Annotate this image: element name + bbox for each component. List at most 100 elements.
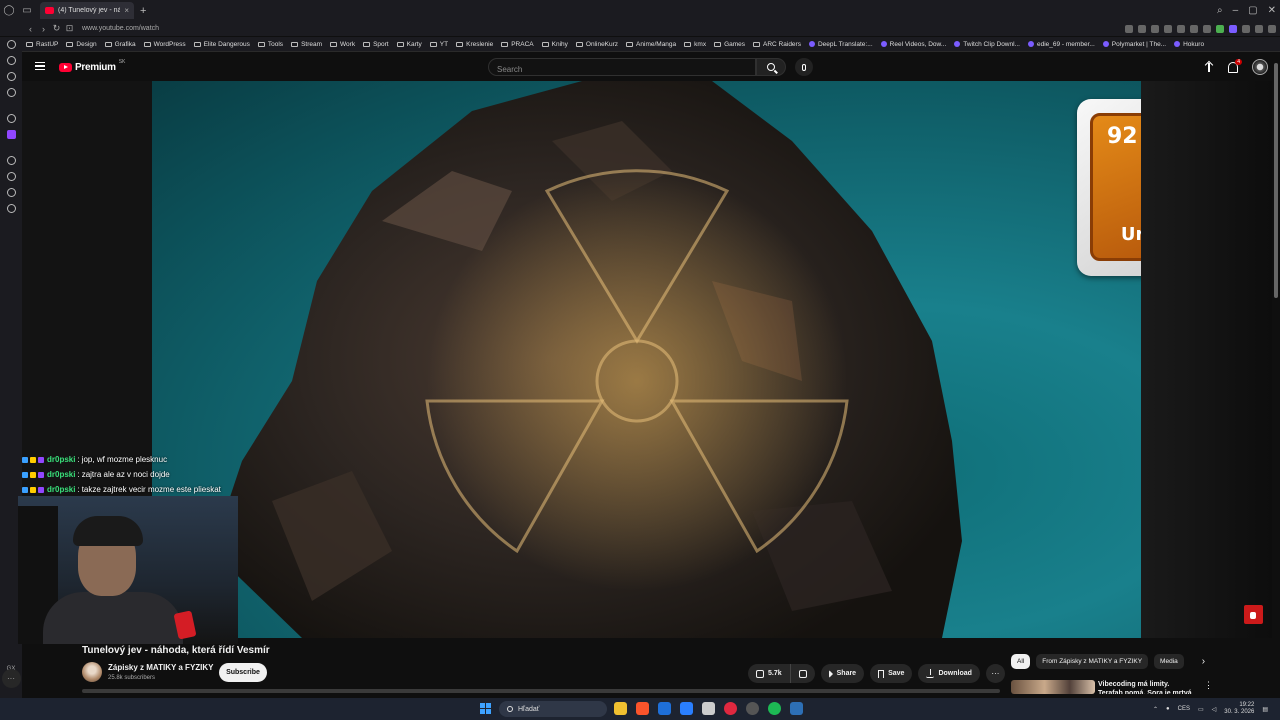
bookmark-item[interactable]: Tools bbox=[257, 41, 283, 48]
bookmark-item[interactable]: Elite Dangerous bbox=[193, 41, 250, 48]
extension-icon[interactable] bbox=[1138, 24, 1146, 33]
bookmark-item[interactable]: Kreslenie bbox=[456, 41, 493, 48]
spotify-icon[interactable] bbox=[768, 702, 781, 715]
notifications-icon[interactable]: ▤ bbox=[1262, 706, 1268, 713]
bookmark-item[interactable]: RastUP bbox=[26, 41, 58, 48]
filter-chip[interactable]: All bbox=[1011, 654, 1031, 669]
tray-clock[interactable]: 19:22 30. 3. 2026 bbox=[1224, 702, 1254, 716]
bookmark-item[interactable]: Reel Videos, Dow... bbox=[880, 41, 946, 48]
page-scrollbar[interactable] bbox=[1272, 53, 1280, 700]
bookmark-item[interactable]: Games bbox=[714, 41, 745, 48]
bookmark-item[interactable]: Stream bbox=[291, 41, 322, 48]
new-tab-button[interactable]: + bbox=[140, 5, 146, 17]
sidebar-extensions-icon[interactable] bbox=[6, 188, 16, 197]
github-icon[interactable] bbox=[746, 702, 759, 715]
browser-tab-youtube[interactable]: (4) Tunelový jev - náh... × bbox=[40, 2, 134, 19]
taskbar-search[interactable]: Hľadať bbox=[499, 701, 607, 717]
video-frame[interactable]: 92 U Uranium bbox=[152, 81, 1141, 638]
brave-browser-icon[interactable] bbox=[636, 702, 649, 715]
voice-search-button[interactable] bbox=[795, 58, 813, 76]
store-icon[interactable] bbox=[680, 702, 693, 715]
opera-menu-icon[interactable]: ◯ bbox=[0, 0, 18, 21]
hamburger-menu-icon[interactable] bbox=[35, 62, 45, 70]
extension-icon[interactable] bbox=[1216, 24, 1224, 33]
sidebar-flow-icon[interactable] bbox=[6, 204, 16, 213]
sidebar-history-icon[interactable] bbox=[6, 172, 16, 181]
recommendation-title[interactable]: Vibecoding má limity. Terafab pomá. Sora… bbox=[1098, 680, 1196, 694]
url-field[interactable]: www.youtube.com/watch bbox=[82, 25, 159, 32]
sidebar-discord-icon[interactable] bbox=[6, 88, 16, 97]
extension-icon[interactable] bbox=[1177, 24, 1185, 33]
bookmark-item[interactable]: Hokuro bbox=[1174, 41, 1204, 48]
recommendation-menu-icon[interactable]: ⋮ bbox=[1204, 680, 1213, 691]
search-input[interactable] bbox=[497, 61, 755, 78]
file-explorer-icon[interactable] bbox=[614, 702, 627, 715]
maximize-button[interactable]: ▢ bbox=[1248, 5, 1257, 16]
like-button[interactable]: 5.7k bbox=[748, 664, 791, 683]
extension-icon[interactable] bbox=[1164, 24, 1172, 33]
share-button[interactable]: Share bbox=[820, 664, 865, 683]
tab-list-icon[interactable]: ▭ bbox=[18, 0, 36, 21]
sidebar-more-icon[interactable]: ··· bbox=[1, 669, 21, 688]
bookmark-item[interactable]: Knihy bbox=[541, 41, 568, 48]
channel-avatar[interactable] bbox=[82, 662, 102, 682]
back-icon[interactable]: ‹ bbox=[24, 24, 37, 34]
calendar-icon[interactable] bbox=[702, 702, 715, 715]
bookmark-item[interactable]: YT bbox=[429, 41, 448, 48]
bookmark-item[interactable]: OnlineKurz bbox=[575, 41, 618, 48]
chips-next-icon[interactable]: › bbox=[1202, 656, 1205, 667]
extension-icon[interactable] bbox=[1242, 24, 1250, 33]
youtube-premium-logo[interactable]: Premium SK bbox=[59, 59, 125, 73]
scrollbar-thumb[interactable] bbox=[1274, 63, 1278, 298]
extension-icon[interactable] bbox=[1203, 24, 1211, 33]
upload-icon[interactable] bbox=[1204, 61, 1214, 73]
menu-icon[interactable] bbox=[1268, 24, 1276, 33]
bookmark-item[interactable]: Design bbox=[66, 41, 97, 48]
dislike-button[interactable] bbox=[791, 664, 815, 683]
tray-lang[interactable]: CES bbox=[1178, 706, 1190, 712]
extension-icon[interactable] bbox=[1255, 24, 1263, 33]
minimize-button[interactable]: – bbox=[1233, 5, 1239, 16]
search-tabs-icon[interactable]: ⌕ bbox=[1217, 5, 1223, 16]
subscribe-button[interactable]: Subscribe bbox=[219, 663, 267, 682]
mail-icon[interactable] bbox=[658, 702, 671, 715]
account-avatar[interactable] bbox=[1252, 59, 1268, 75]
bookmark-item[interactable]: Polymarket | The... bbox=[1102, 41, 1166, 48]
opera-gx-icon[interactable] bbox=[724, 702, 737, 715]
bookmark-item[interactable]: Karty bbox=[396, 41, 422, 48]
filter-chip[interactable]: From Zápisky z MATIKY a FYZIKY bbox=[1036, 654, 1149, 669]
extension-icon[interactable] bbox=[1190, 24, 1198, 33]
sidebar-twitch-icon[interactable] bbox=[6, 130, 16, 139]
reload-icon[interactable]: ↻ bbox=[50, 23, 63, 34]
bookmark-item[interactable]: DeepL Translate:... bbox=[808, 41, 873, 48]
bookmark-item[interactable]: kmx bbox=[684, 41, 706, 48]
sidebar-home-icon[interactable] bbox=[6, 40, 16, 49]
site-info-icon[interactable]: ⊡ bbox=[63, 23, 76, 34]
tray-mic-icon[interactable]: ● bbox=[1166, 706, 1170, 712]
notifications-bell-icon[interactable]: 4 bbox=[1228, 58, 1242, 73]
filter-chip[interactable]: Media bbox=[1154, 654, 1184, 669]
tray-network-icon[interactable]: ▭ bbox=[1198, 706, 1204, 713]
bookmark-item[interactable]: Anime/Manga bbox=[626, 41, 676, 48]
channel-name[interactable]: Zápisky z MATIKY a FYZIKY bbox=[108, 663, 214, 672]
bookmark-item[interactable]: PRACA bbox=[501, 41, 534, 48]
bookmark-item[interactable]: Twitch Clip Downl... bbox=[954, 41, 1020, 48]
sidebar-settings-icon[interactable] bbox=[6, 114, 16, 123]
save-button[interactable]: Save bbox=[870, 664, 913, 683]
sidebar-player-icon[interactable] bbox=[6, 156, 16, 165]
windows-start-icon[interactable] bbox=[480, 703, 491, 714]
recommendation-thumbnail[interactable] bbox=[1011, 680, 1095, 694]
bookmark-item[interactable]: WordPress bbox=[143, 41, 186, 48]
extension-icon[interactable] bbox=[1151, 24, 1159, 33]
close-tab-icon[interactable]: × bbox=[124, 6, 129, 15]
extension-icon[interactable] bbox=[1229, 24, 1237, 33]
steam-icon[interactable] bbox=[790, 702, 803, 715]
bookmark-item[interactable]: ARC Raiders bbox=[753, 41, 801, 48]
download-button[interactable]: Download bbox=[918, 664, 980, 683]
bookmark-item[interactable]: Grafika bbox=[104, 41, 136, 48]
sidebar-whatsapp-icon[interactable] bbox=[6, 72, 16, 81]
search-button[interactable] bbox=[756, 58, 786, 76]
close-window-button[interactable]: ✕ bbox=[1268, 5, 1276, 16]
forward-icon[interactable]: › bbox=[37, 24, 50, 34]
bookmark-item[interactable]: Work bbox=[330, 41, 355, 48]
